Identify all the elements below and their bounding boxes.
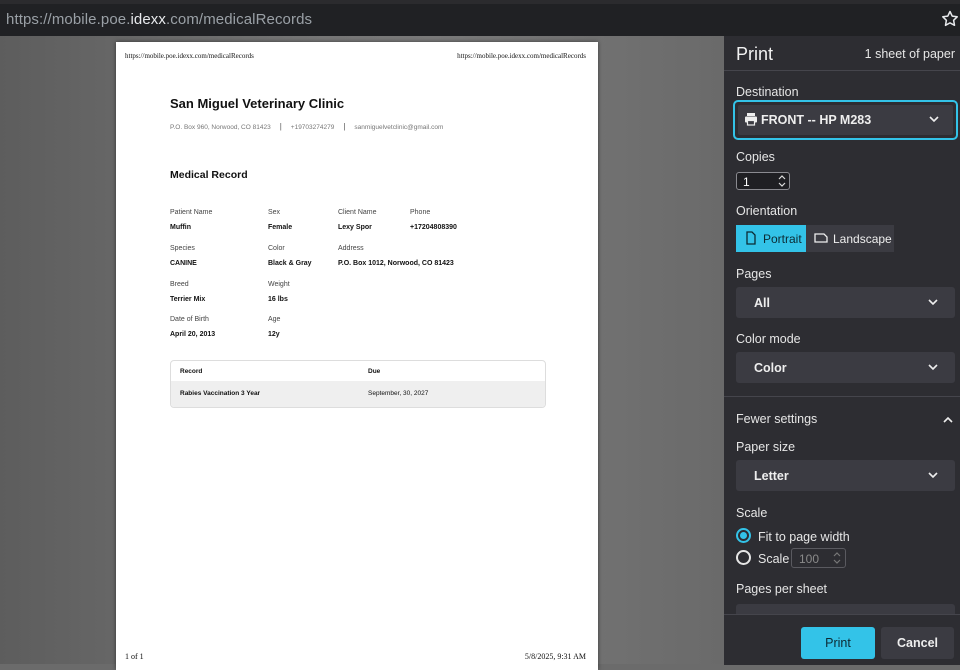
paper-size-value: Letter [754, 469, 789, 483]
table-row: Rabies Vaccination 3 Year September, 30,… [171, 381, 545, 407]
color-mode-value: Color [754, 361, 787, 375]
species-label: Species [170, 245, 195, 252]
bookmark-star-icon[interactable] [940, 9, 960, 29]
client-name-value: Lexy Spor [338, 224, 372, 231]
custom-scale-label: Scale [758, 552, 790, 566]
spinner-arrows-icon[interactable] [832, 551, 842, 565]
cancel-button[interactable]: Cancel [881, 627, 954, 659]
records-table: Record Due Rabies Vaccination 3 Year Sep… [170, 360, 546, 408]
url-text[interactable]: https://mobile.poe.idexx.com/medicalReco… [6, 11, 312, 28]
divider [724, 396, 960, 397]
color-label: Color [268, 245, 285, 252]
print-settings-panel: Print 1 sheet of paper Destination FRONT… [724, 36, 960, 665]
color-value: Black & Gray [268, 260, 312, 267]
clinic-phone: +19703274279 [290, 124, 335, 131]
chevron-down-icon [928, 299, 938, 306]
address-value: P.O. Box 1012, Norwood, CO 81423 [338, 260, 454, 267]
pages-per-sheet-label: Pages per sheet [736, 582, 828, 596]
address-label: Address [338, 245, 364, 252]
action-bar: Print Cancel [724, 614, 960, 665]
clinic-email: sanmiguelvetclinic@gmail.com [354, 124, 444, 131]
url-suffix: .com/medicalRecords [166, 11, 313, 28]
destination-select[interactable]: FRONT -- HP M283 [733, 100, 958, 140]
section-title: Medical Record [170, 169, 248, 181]
clinic-contact: P.O. Box 960, Norwood, CO 81423 | +1970327… [170, 122, 443, 131]
custom-scale-radio[interactable] [736, 550, 751, 565]
copies-input[interactable]: 1 [736, 172, 790, 190]
record-cell: Rabies Vaccination 3 Year [180, 390, 261, 397]
portrait-button[interactable]: Portrait [736, 225, 806, 252]
radio-dot [740, 532, 747, 539]
url-domain: idexx [130, 11, 167, 28]
chevron-up-icon[interactable] [942, 414, 954, 426]
spinner-arrows-icon[interactable] [777, 174, 787, 188]
paper-size-label: Paper size [736, 440, 796, 454]
pages-select[interactable]: All [736, 287, 955, 318]
color-mode-label: Color mode [736, 332, 801, 346]
fewer-settings-toggle[interactable]: Fewer settings [736, 412, 817, 426]
page-header-url-left: https://mobile.poe.idexx.com/medicalReco… [125, 52, 254, 60]
paper-size-select[interactable]: Letter [736, 460, 955, 491]
landscape-button[interactable]: Landscape [806, 225, 894, 252]
print-preview-area: https://mobile.poe.idexx.com/medicalReco… [0, 36, 724, 670]
portrait-page-icon [746, 231, 756, 245]
patient-name-label: Patient Name [170, 209, 213, 216]
due-cell: September, 30, 2027 [368, 390, 429, 397]
col-header-record: Record [180, 368, 203, 375]
client-name-label: Client Name [338, 209, 377, 216]
chevron-down-icon [929, 116, 939, 123]
separator: | [343, 122, 346, 131]
clinic-address: P.O. Box 960, Norwood, CO 81423 [170, 124, 271, 131]
url-prefix: https://mobile.poe. [6, 11, 131, 28]
dob-label: Date of Birth [170, 316, 209, 323]
color-mode-select[interactable]: Color [736, 352, 955, 383]
fit-to-page-radio[interactable] [736, 528, 751, 543]
fit-to-page-label: Fit to page width [758, 530, 850, 544]
scale-label: Scale [736, 506, 768, 520]
sex-value: Female [268, 224, 293, 231]
scale-value: 100 [799, 552, 820, 566]
print-button[interactable]: Print [801, 627, 875, 659]
chevron-down-icon [928, 472, 938, 479]
species-value: CANINE [170, 260, 197, 267]
pages-value: All [754, 296, 770, 310]
separator: | [279, 122, 282, 131]
phone-value: +17204808390 [410, 224, 457, 231]
age-label: Age [268, 316, 281, 323]
weight-label: Weight [268, 281, 290, 288]
scale-input[interactable]: 100 [791, 548, 846, 568]
page-footer-datetime: 5/8/2025, 9:31 AM [524, 652, 586, 661]
dob-value: April 20, 2013 [170, 331, 216, 338]
sheet-count: 1 sheet of paper [864, 47, 955, 61]
col-header-due: Due [368, 368, 381, 375]
weight-value: 16 lbs [268, 296, 288, 303]
patient-name-value: Muffin [170, 224, 191, 231]
chevron-down-icon [928, 364, 938, 371]
preview-page: https://mobile.poe.idexx.com/medicalReco… [116, 42, 598, 670]
address-bar[interactable]: https://mobile.poe.idexx.com/medicalReco… [0, 0, 960, 36]
pages-label: Pages [736, 267, 772, 281]
age-value: 12y [268, 331, 280, 338]
phone-label: Phone [410, 209, 431, 216]
divider [724, 70, 960, 71]
copies-label: Copies [736, 150, 775, 164]
breed-label: Breed [170, 281, 189, 288]
destination-value: FRONT -- HP M283 [761, 113, 872, 127]
copies-value: 1 [743, 175, 750, 189]
printer-icon [745, 113, 757, 126]
pages-per-sheet-select[interactable] [736, 604, 955, 614]
clinic-name: San Miguel Veterinary Clinic [170, 96, 345, 111]
page-header-url-right: https://mobile.poe.idexx.com/medicalReco… [457, 52, 586, 60]
sex-label: Sex [268, 209, 281, 216]
portrait-label: Portrait [763, 232, 802, 246]
orientation-label: Orientation [736, 204, 798, 218]
destination-label: Destination [736, 85, 799, 99]
landscape-page-icon [814, 233, 828, 243]
panel-title: Print [736, 44, 774, 64]
breed-value: Terrier Mix [170, 296, 206, 303]
landscape-label: Landscape [833, 232, 892, 246]
page-footer-count: 1 of 1 [125, 652, 144, 661]
